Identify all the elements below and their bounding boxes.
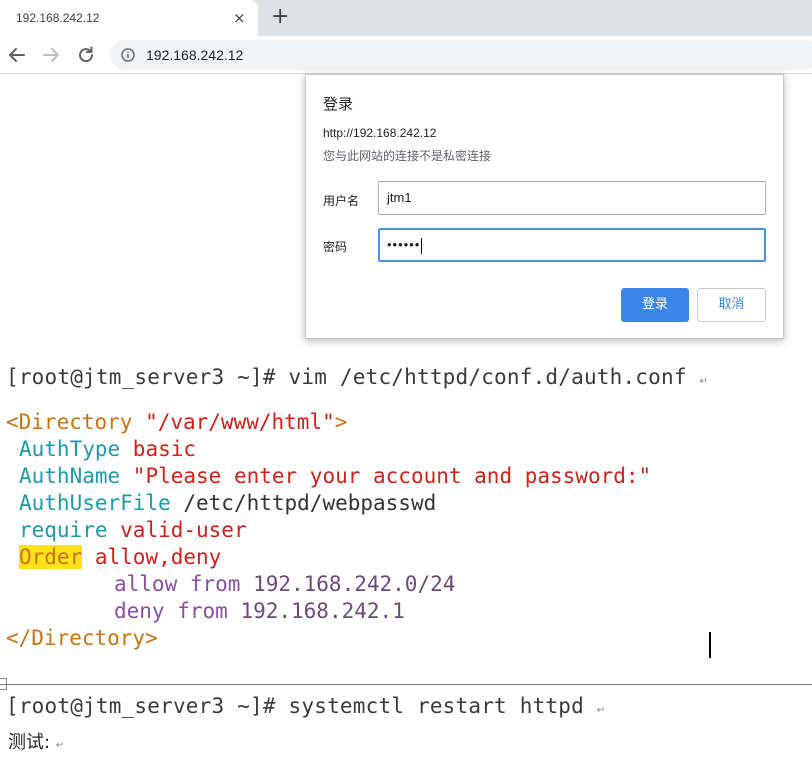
password-input[interactable]: •••••• [378, 228, 766, 262]
deny-keyword: deny from [114, 599, 241, 623]
config-line-allow: allow from 192.168.242.0/24 [114, 572, 455, 596]
login-button[interactable]: 登录 [621, 288, 689, 322]
paragraph-mark: ↵ [596, 705, 606, 716]
command-text: [root@jtm_server3 ~]# vim /etc/httpd/con… [6, 365, 687, 389]
directory-path: "/var/www/html" [145, 410, 335, 434]
username-input[interactable]: jtm1 [378, 181, 766, 215]
require-value: valid-user [120, 518, 247, 542]
authuserfile-value: /etc/httpd/webpasswd [183, 491, 437, 515]
paragraph-mark: ↵ [55, 740, 65, 751]
close-icon[interactable]: × [233, 8, 246, 28]
config-line-authtype: AuthType basic [19, 437, 196, 461]
config-line-deny: deny from 192.168.242.1 [114, 599, 405, 623]
config-line-authuserfile: AuthUserFile /etc/httpd/webpasswd [19, 491, 436, 515]
allow-ip: 192.168.242.0/24 [253, 572, 456, 596]
config-line-authname: AuthName "Please enter your account and … [19, 464, 651, 488]
config-line-require: require valid-user [19, 518, 247, 542]
section-divider [0, 684, 812, 685]
username-value: jtm1 [387, 190, 412, 205]
tab-title: 192.168.242.12 [16, 11, 100, 25]
order-value: allow,deny [82, 545, 222, 569]
config-line-directory-close: </Directory> [6, 626, 158, 650]
directory-tag-end: > [334, 410, 348, 434]
deny-ip: 192.168.242.1 [240, 599, 405, 623]
url-text: 192.168.242.12 [146, 47, 244, 63]
username-label: 用户名 [323, 194, 360, 208]
browser-tab[interactable]: 192.168.242.12 × [0, 0, 258, 36]
password-value: •••••• [387, 237, 421, 252]
dialog-origin: http://192.168.242.12 [323, 126, 437, 140]
allow-keyword: allow from [114, 572, 254, 596]
authtype-value: basic [132, 437, 197, 461]
back-arrow-icon[interactable] [6, 44, 28, 66]
config-line-directory-open: <Directory "/var/www/html"> [6, 410, 347, 434]
command-line-restart: [root@jtm_server3 ~]# systemctl restart … [6, 694, 605, 718]
forward-arrow-icon[interactable] [40, 44, 62, 66]
config-line-order: Order allow,deny [19, 545, 221, 569]
browser-toolbar: 192.168.242.12 [0, 36, 812, 74]
command-line-vim: [root@jtm_server3 ~]# vim /etc/httpd/con… [6, 365, 708, 389]
authuserfile-key: AuthUserFile [19, 491, 184, 515]
connection-warning: 您与此网站的连接不是私密连接 [323, 149, 492, 163]
directory-tag: <Directory [6, 410, 146, 434]
info-icon[interactable] [121, 48, 135, 62]
cancel-button[interactable]: 取消 [697, 288, 766, 322]
login-dialog: 登录 http://192.168.242.12 您与此网站的连接不是私密连接 … [305, 74, 784, 339]
order-key-highlight: Order [19, 545, 83, 569]
address-bar[interactable]: 192.168.242.12 [110, 40, 812, 70]
authname-value: "Please enter your account and password:… [132, 464, 652, 488]
dialog-title: 登录 [323, 95, 354, 113]
authtype-key: AuthType [19, 437, 133, 461]
reload-icon[interactable] [75, 44, 97, 66]
authname-key: AuthName [19, 464, 133, 488]
new-tab-button[interactable]: + [271, 4, 289, 30]
directory-close-tag: </Directory> [6, 626, 158, 650]
require-key: require [19, 518, 121, 542]
paragraph-mark: ↵ [699, 376, 709, 387]
input-caret [421, 237, 423, 254]
text-cursor [709, 632, 711, 658]
test-label: 测试: ↵ [8, 728, 64, 754]
tab-strip: 192.168.242.12 × + [0, 0, 812, 36]
command-text: [root@jtm_server3 ~]# systemctl restart … [6, 694, 584, 718]
password-label: 密码 [323, 240, 348, 254]
test-label-text: 测试: [8, 732, 51, 753]
